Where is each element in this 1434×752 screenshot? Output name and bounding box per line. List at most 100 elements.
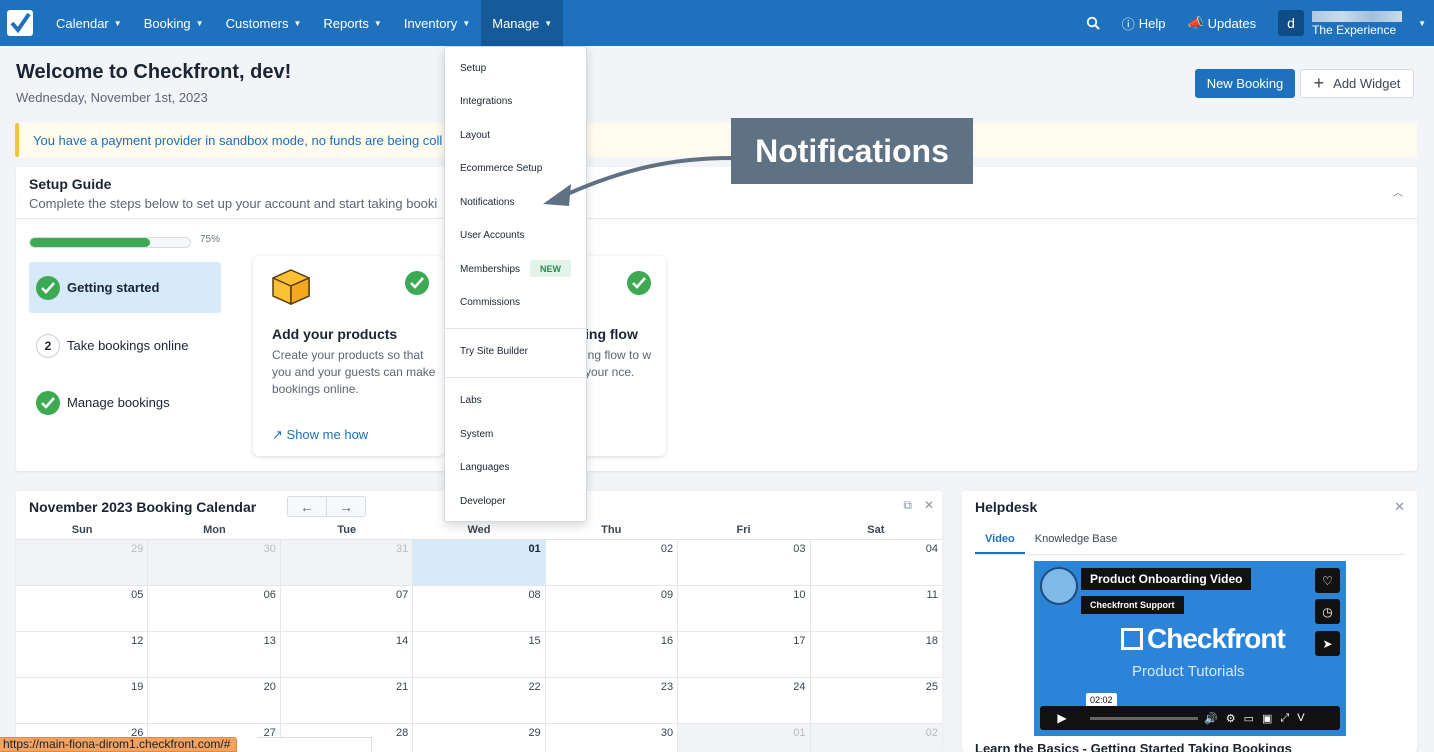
cast-icon[interactable]: ▭ (1244, 712, 1254, 725)
helpdesk-article-title[interactable]: Learn the Basics - Getting Started Takin… (975, 741, 1292, 752)
add-widget-button[interactable]: + Add Widget (1300, 69, 1414, 98)
settings-icon[interactable]: ⚙ (1226, 712, 1236, 725)
menu-item-try-site-builder[interactable]: Try Site Builder (460, 346, 528, 357)
collapse-chevron-icon[interactable]: ︿ (1393, 184, 1403, 199)
calendar-day[interactable]: 31 (280, 540, 414, 586)
menu-item-commissions[interactable]: Commissions (460, 297, 520, 308)
checkfront-logo-icon[interactable] (7, 10, 33, 36)
video-progress-bar[interactable] (1090, 716, 1198, 720)
calendar-week: 12 13 14 15 16 17 18 (16, 632, 942, 678)
new-booking-button[interactable]: New Booking (1195, 69, 1295, 98)
weekday-label: Wed (467, 524, 491, 536)
menu-item-integrations[interactable]: Integrations (460, 96, 512, 107)
video-title[interactable]: Product Onboarding Video (1081, 568, 1252, 590)
tab-knowledge-base[interactable]: Knowledge Base (1025, 529, 1128, 554)
calendar-day[interactable]: 12 (16, 632, 149, 678)
calendar-day[interactable]: 20 (148, 678, 281, 724)
help-link[interactable]: ⓘ Help (1122, 14, 1166, 33)
calendar-day[interactable]: 10 (678, 586, 811, 632)
menu-item-memberships[interactable]: Memberships (460, 264, 520, 275)
pip-icon[interactable]: ▣ (1262, 712, 1272, 725)
calendar-day[interactable]: 01 (678, 724, 811, 752)
vimeo-icon[interactable]: V (1297, 712, 1304, 725)
calendar-day-today[interactable]: 01 (413, 540, 546, 586)
avatar[interactable]: d (1278, 10, 1305, 36)
progress-percent: 75% (200, 234, 221, 245)
calendar-day[interactable]: 19 (16, 678, 149, 724)
menu-item-layout[interactable]: Layout (460, 130, 490, 141)
next-month-button[interactable]: → (327, 497, 365, 516)
weekday-label: Mon (203, 524, 226, 536)
calendar-day[interactable]: 07 (280, 586, 414, 632)
calendar-day[interactable]: 05 (16, 586, 149, 632)
account-switcher[interactable]: The Experience (1312, 10, 1412, 36)
tab-video[interactable]: Video (975, 529, 1025, 554)
nav-inventory[interactable]: Inventory ▼ (393, 0, 481, 46)
prev-month-button[interactable]: ← (288, 497, 327, 516)
menu-item-notifications[interactable]: Notifications (460, 197, 514, 208)
calendar-day[interactable]: 06 (148, 586, 281, 632)
calendar-nav: ← → (287, 496, 366, 517)
calendar-day[interactable]: 18 (810, 632, 942, 678)
step-manage-bookings[interactable]: Manage bookings (29, 377, 221, 428)
video-controls: ▶ 🔊 ⚙ ▭ ▣ ⤢ V (1040, 706, 1340, 730)
caret-down-icon: ▼ (544, 18, 553, 28)
send-icon[interactable]: ➤ (1315, 631, 1340, 656)
calendar-day[interactable]: 11 (810, 586, 942, 632)
calendar-day[interactable]: 21 (280, 678, 414, 724)
link-status-bar: https://main-fiona-dirom1.checkfront.com… (0, 737, 238, 752)
calendar-day[interactable]: 23 (545, 678, 679, 724)
checkbox-logo-icon (1121, 628, 1143, 650)
calendar-day[interactable]: 15 (413, 632, 546, 678)
menu-item-languages[interactable]: Languages (460, 462, 510, 473)
menu-item-ecommerce-setup[interactable]: Ecommerce Setup (460, 163, 542, 174)
step-take-bookings-online[interactable]: 2 Take bookings online (29, 320, 221, 371)
calendar-day[interactable]: 30 (148, 540, 281, 586)
calendar-day[interactable]: 02 (545, 540, 679, 586)
calendar-day[interactable]: 22 (413, 678, 546, 724)
calendar-day[interactable]: 29 (16, 540, 149, 586)
search-button[interactable] (1086, 16, 1100, 30)
caret-down-icon[interactable]: ▼ (1418, 19, 1426, 28)
calendar-day[interactable]: 14 (280, 632, 414, 678)
show-me-how-link[interactable]: ↗ Show me how (272, 427, 368, 443)
menu-item-labs[interactable]: Labs (460, 395, 482, 406)
calendar-day[interactable]: 03 (678, 540, 811, 586)
menu-item-setup[interactable]: Setup (460, 63, 486, 74)
question-circle-icon: ⓘ (1121, 16, 1135, 32)
helpdesk-card: Helpdesk ✕ Video Knowledge Base Product … (962, 491, 1417, 752)
volume-icon[interactable]: 🔊 (1204, 712, 1218, 725)
calendar-day[interactable]: 30 (546, 724, 679, 752)
close-icon[interactable]: ✕ (924, 498, 934, 513)
nav-booking[interactable]: Booking ▼ (133, 0, 215, 46)
calendar-day[interactable]: 08 (413, 586, 546, 632)
calendar-day[interactable]: 24 (678, 678, 811, 724)
calendar-day[interactable]: 09 (545, 586, 679, 632)
menu-item-developer[interactable]: Developer (460, 496, 506, 507)
calendar-day[interactable]: 04 (810, 540, 942, 586)
external-link-icon[interactable]: ⧉ (903, 498, 912, 513)
nav-manage[interactable]: Manage ▼ (481, 0, 564, 46)
calendar-day[interactable]: 16 (545, 632, 679, 678)
menu-item-user-accounts[interactable]: User Accounts (460, 230, 524, 241)
close-icon[interactable]: ✕ (1394, 499, 1405, 515)
nav-customers[interactable]: Customers ▼ (215, 0, 313, 46)
calendar-day[interactable]: 25 (810, 678, 942, 724)
menu-item-system[interactable]: System (460, 429, 493, 440)
video-channel[interactable]: Checkfront Support (1081, 596, 1184, 614)
nav-calendar[interactable]: Calendar ▼ (45, 0, 133, 46)
fullscreen-icon[interactable]: ⤢ (1280, 712, 1289, 725)
calendar-day[interactable]: 29 (413, 724, 546, 752)
clock-icon[interactable]: ◷ (1315, 599, 1340, 624)
updates-link[interactable]: 📣 Updates (1187, 15, 1256, 31)
nav-reports[interactable]: Reports ▼ (312, 0, 392, 46)
calendar-day[interactable]: 02 (810, 724, 942, 752)
heart-icon[interactable]: ♡ (1315, 568, 1340, 593)
calendar-day[interactable]: 17 (678, 632, 811, 678)
calendar-actions: ⧉ ✕ (903, 498, 934, 513)
step-getting-started[interactable]: Getting started (29, 262, 221, 313)
play-icon[interactable]: ▶ (1040, 706, 1084, 730)
video-player[interactable]: Product Onboarding Video Checkfront Supp… (1034, 561, 1346, 736)
calendar-day[interactable]: 13 (148, 632, 281, 678)
menu-divider (445, 328, 586, 329)
